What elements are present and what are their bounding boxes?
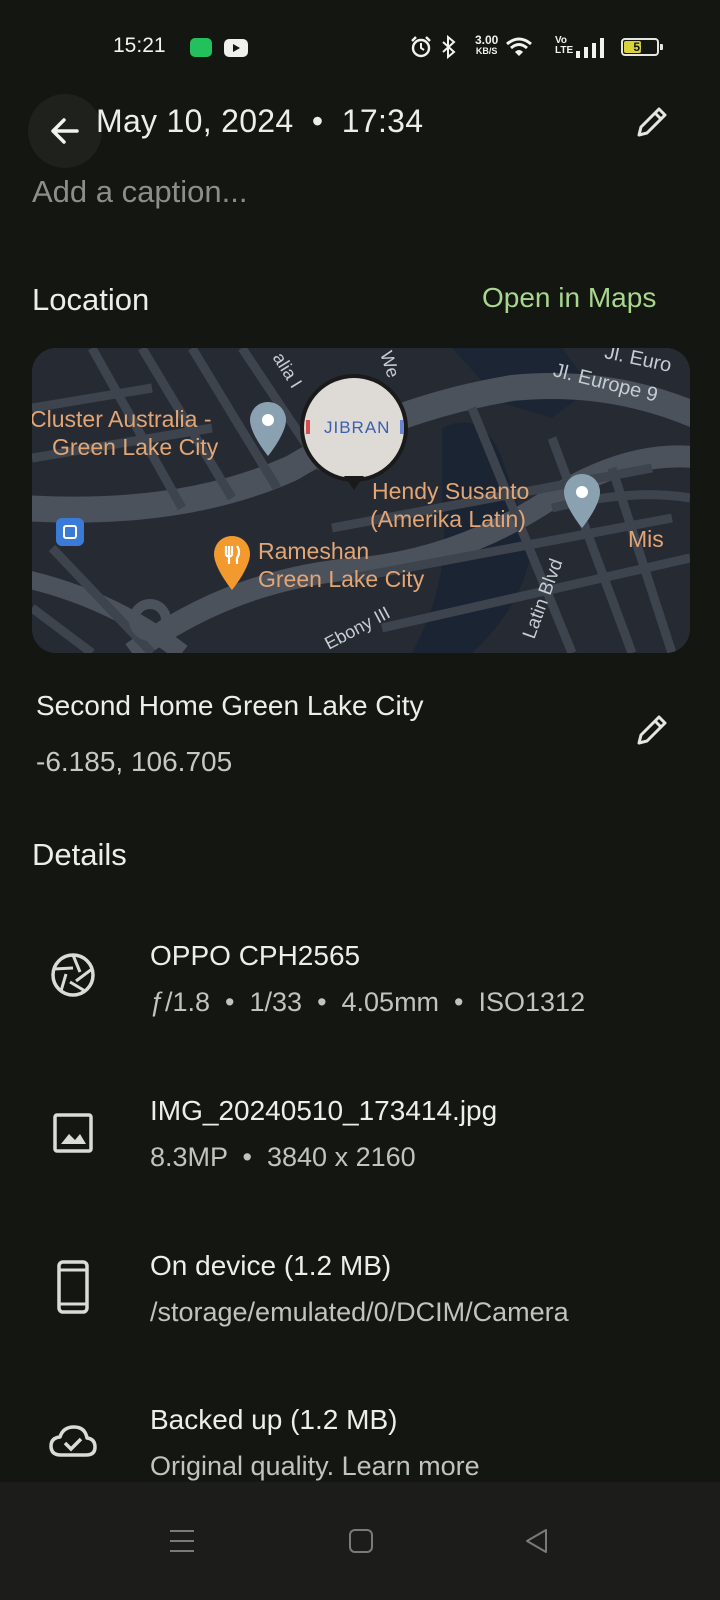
- cloud-done-icon: [48, 1416, 98, 1466]
- photo-marker-pointer: [344, 476, 364, 490]
- backup-quality-link[interactable]: Original quality. Learn more: [150, 1451, 480, 1482]
- location-heading: Location: [32, 282, 150, 317]
- edit-date-button[interactable]: [630, 100, 674, 144]
- image-resolution: 8.3MP • 3840 x 2160: [150, 1142, 416, 1172]
- photo-thumbnail-text: JIBRAN: [324, 418, 391, 437]
- wifi-icon: [506, 37, 532, 56]
- recent-apps-icon[interactable]: [168, 1528, 196, 1554]
- app-notification-icon: [190, 38, 212, 57]
- camera-aperture-icon: [48, 950, 98, 1000]
- battery-tip: [660, 44, 663, 50]
- image-icon: [48, 1108, 98, 1158]
- network-speed: 3.00 KB/S: [475, 34, 498, 56]
- camera-settings: ƒ/1.8 • 1/33 • 4.05mm • ISO1312: [150, 987, 586, 1017]
- details-heading: Details: [32, 837, 127, 872]
- camera-model: OPPO CPH2565: [150, 940, 361, 971]
- alarm-icon: [411, 36, 431, 58]
- bus-stop-icon: [56, 518, 84, 546]
- map-poi-label: Mis: [628, 526, 664, 552]
- map-poi-label: Green Lake City: [52, 434, 219, 460]
- device-storage: On device (1.2 MB): [150, 1250, 392, 1281]
- phone-icon: [48, 1260, 98, 1314]
- map-poi-label: Green Lake City: [258, 566, 425, 592]
- photo-marker[interactable]: JIBRAN: [300, 374, 408, 482]
- pencil-icon: [637, 715, 667, 745]
- network-speed-value: 3.00: [475, 33, 499, 47]
- map-pin-icon: [250, 402, 286, 456]
- file-name: IMG_20240510_173414.jpg: [150, 1095, 498, 1126]
- location-map[interactable]: JIBRAN Cluster Australia - Green Lake Ci…: [32, 348, 690, 653]
- pencil-icon: [637, 107, 667, 137]
- bluetooth-icon: [442, 35, 456, 59]
- map-poi-label: Rameshan: [258, 538, 370, 564]
- coordinates: -6.185, 106.705: [36, 746, 233, 777]
- place-name: Second Home Green Lake City: [36, 690, 424, 721]
- back-nav-icon[interactable]: [524, 1528, 550, 1554]
- map-poi-label: Cluster Australia -: [32, 406, 212, 432]
- status-time: 15:21: [113, 34, 166, 57]
- arrow-back-icon: [51, 118, 79, 144]
- map-poi-label: (Amerika Latin): [370, 506, 526, 532]
- date-time-title: May 10, 2024 • 17:34: [96, 103, 424, 139]
- restaurant-pin-icon: [214, 536, 250, 590]
- edit-location-button[interactable]: [630, 708, 674, 752]
- battery-level: 51: [633, 40, 647, 54]
- network-speed-unit: KB/S: [475, 46, 498, 56]
- open-in-maps-link[interactable]: Open in Maps: [482, 282, 656, 314]
- backup-status: Backed up (1.2 MB): [150, 1404, 398, 1435]
- system-navigation-bar: [0, 1482, 720, 1600]
- back-button[interactable]: [28, 94, 102, 168]
- map-poi-label: Hendy Susanto: [372, 478, 530, 504]
- home-icon[interactable]: [348, 1528, 374, 1554]
- signal-icon: [576, 38, 604, 58]
- volte-bottom: LTE: [555, 45, 574, 56]
- battery-icon: 51: [621, 38, 659, 56]
- volte-indicator: Vo LTE: [555, 36, 573, 56]
- youtube-icon: [224, 39, 248, 57]
- file-path: /storage/emulated/0/DCIM/Camera: [150, 1297, 569, 1327]
- photo-thumbnail: JIBRAN: [304, 378, 404, 478]
- caption-input[interactable]: Add a caption...: [32, 174, 247, 210]
- map-pin-icon: [564, 474, 600, 528]
